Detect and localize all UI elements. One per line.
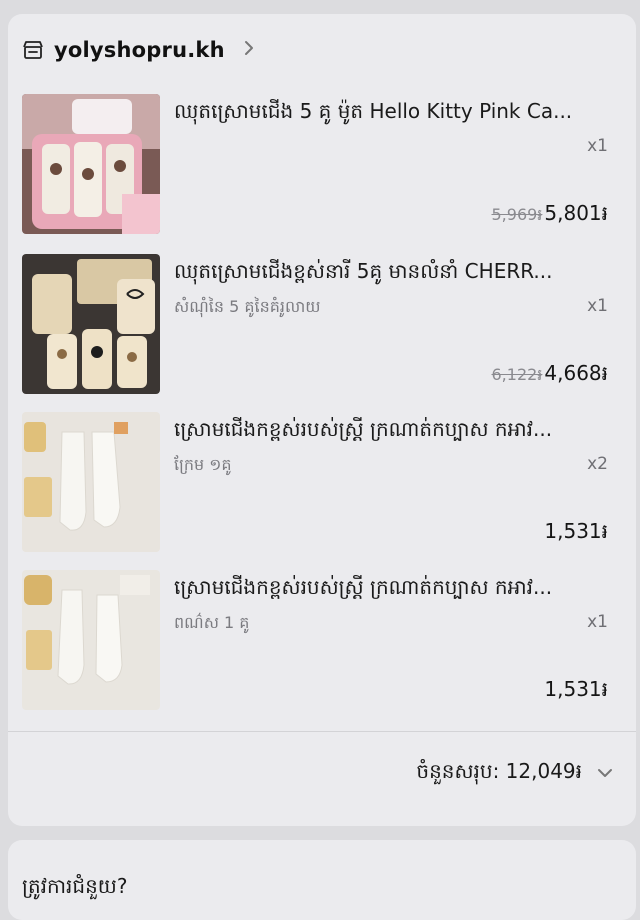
product-title[interactable]: ស្រោមជើងកខ្ពស់របស់ស្ត្រី ក្រណាត់កប្បាស ក… — [174, 416, 614, 446]
shop-header[interactable]: yolyshopru.kh — [22, 34, 255, 66]
store-icon — [22, 40, 44, 60]
total-amount: ចំនួនសរុប: 12,049៛ — [416, 759, 582, 783]
order-total[interactable]: ចំនួនសរុប: 12,049៛ — [416, 758, 614, 788]
price: 1,531៛ — [544, 677, 608, 701]
price-row: 1,531៛ — [544, 518, 608, 548]
quantity: x1 — [587, 296, 608, 316]
original-price: 5,969៛ — [491, 205, 543, 224]
price-row: 1,531៛ — [544, 676, 608, 706]
order-item[interactable]: ស្រោមជើងកខ្ពស់របស់ស្ត្រី ក្រណាត់កប្បាស ក… — [22, 412, 626, 552]
chevron-down-icon[interactable] — [596, 764, 614, 783]
sale-price: 4,668៛ — [544, 361, 608, 385]
product-image[interactable] — [22, 254, 160, 394]
sale-price: 5,801៛ — [544, 201, 608, 225]
product-image[interactable] — [22, 94, 160, 234]
price: 1,531៛ — [544, 519, 608, 543]
order-item[interactable]: ឈុតស្រោមជើង 5 គូ ម៉ូត Hello Kitty Pink C… — [22, 94, 626, 234]
original-price: 6,122៛ — [491, 365, 543, 384]
quantity: x1 — [587, 612, 608, 632]
shop-name[interactable]: yolyshopru.kh — [54, 38, 225, 62]
product-variant: សំណុំនៃ 5 គូនៃគំរូលាយ — [174, 297, 321, 316]
help-title[interactable]: ត្រូវការជំនួយ? — [22, 873, 127, 903]
product-title[interactable]: ឈុតស្រោមជើងខ្ពស់នារី 5គូ មានលំនាំ CHERR.… — [174, 258, 614, 288]
product-title[interactable]: ឈុតស្រោមជើង 5 គូ ម៉ូត Hello Kitty Pink C… — [174, 98, 614, 128]
chevron-right-icon[interactable] — [243, 39, 255, 61]
product-variant: ពណ៌ស 1 គូ — [174, 613, 250, 632]
product-title[interactable]: ស្រោមជើងកខ្ពស់របស់ស្ត្រី ក្រណាត់កប្បាស ក… — [174, 574, 614, 604]
order-item[interactable]: ឈុតស្រោមជើងខ្ពស់នារី 5គូ មានលំនាំ CHERR.… — [22, 254, 626, 394]
product-image[interactable] — [22, 412, 160, 552]
price-row: 6,122៛ 4,668៛ — [492, 360, 609, 390]
product-image[interactable] — [22, 570, 160, 710]
divider — [8, 731, 636, 732]
product-variant: ក្រែម ១គូ — [174, 455, 232, 474]
quantity: x1 — [587, 136, 608, 156]
price-row: 5,969៛ 5,801៛ — [492, 200, 609, 230]
quantity: x2 — [587, 454, 608, 474]
order-item[interactable]: ស្រោមជើងកខ្ពស់របស់ស្ត្រី ក្រណាត់កប្បាស ក… — [22, 570, 626, 710]
